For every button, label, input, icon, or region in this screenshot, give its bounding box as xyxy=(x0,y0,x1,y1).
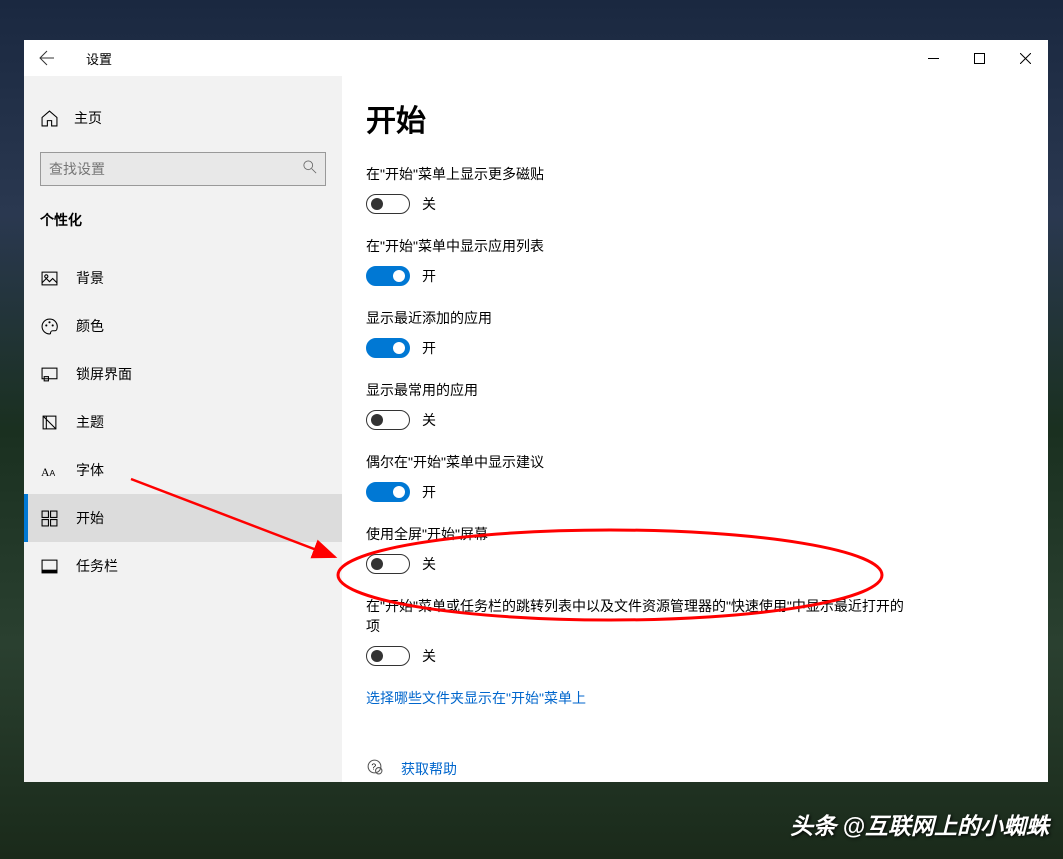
help-icon: ? xyxy=(366,758,383,780)
search-box[interactable] xyxy=(40,152,326,186)
home-icon xyxy=(40,109,58,127)
picture-icon xyxy=(40,269,58,287)
sidebar-item-label: 字体 xyxy=(76,460,104,480)
sidebar-item-background[interactable]: 背景 xyxy=(24,254,342,302)
toggle-state-text: 关 xyxy=(422,646,436,666)
toggle-recently-added[interactable] xyxy=(366,338,410,358)
setting-label: 在"开始"菜单或任务栏的跳转列表中以及文件资源管理器的"快速使用"中显示最近打开… xyxy=(366,596,906,636)
toggle-state-text: 关 xyxy=(422,194,436,214)
toggle-suggestions[interactable] xyxy=(366,482,410,502)
sidebar-item-lockscreen[interactable]: 锁屏界面 xyxy=(24,350,342,398)
fonts-icon: AA xyxy=(40,461,58,479)
close-icon xyxy=(1020,53,1031,64)
setting-recently-added: 显示最近添加的应用 开 xyxy=(366,308,1024,358)
svg-text:A: A xyxy=(49,467,55,477)
nav-list: 背景 颜色 锁屏界面 主题 AA 字体 xyxy=(24,254,342,590)
maximize-icon xyxy=(974,53,985,64)
minimize-icon xyxy=(928,53,939,64)
close-button[interactable] xyxy=(1002,40,1048,76)
content-panel: 开始 在"开始"菜单上显示更多磁贴 关 在"开始"菜单中显示应用列表 开 显示最… xyxy=(342,76,1048,782)
title-bar: 设置 xyxy=(24,40,1048,76)
toggle-state-text: 关 xyxy=(422,410,436,430)
search-icon xyxy=(303,160,317,179)
watermark: 头条 @互联网上的小蜘蛛 xyxy=(790,807,1049,841)
start-icon xyxy=(40,509,58,527)
themes-icon xyxy=(40,413,58,431)
choose-folders-link[interactable]: 选择哪些文件夹显示在"开始"菜单上 xyxy=(366,688,1024,708)
toggle-recent-items[interactable] xyxy=(366,646,410,666)
arrow-left-icon xyxy=(39,50,55,66)
sidebar-item-label: 任务栏 xyxy=(76,556,118,576)
lockscreen-icon xyxy=(40,365,58,383)
toggle-app-list[interactable] xyxy=(366,266,410,286)
sidebar-item-colors[interactable]: 颜色 xyxy=(24,302,342,350)
window-controls xyxy=(910,40,1048,76)
taskbar-icon xyxy=(40,557,58,575)
sidebar-item-fonts[interactable]: AA 字体 xyxy=(24,446,342,494)
setting-label: 偶尔在"开始"菜单中显示建议 xyxy=(366,452,906,472)
sidebar-item-taskbar[interactable]: 任务栏 xyxy=(24,542,342,590)
maximize-button[interactable] xyxy=(956,40,1002,76)
sidebar-item-start[interactable]: 开始 xyxy=(24,494,342,542)
sidebar-item-label: 锁屏界面 xyxy=(76,364,132,384)
setting-label: 显示最近添加的应用 xyxy=(366,308,906,328)
section-label: 个性化 xyxy=(24,198,342,242)
setting-app-list: 在"开始"菜单中显示应用列表 开 xyxy=(366,236,1024,286)
page-title: 开始 xyxy=(366,96,1024,140)
setting-label: 在"开始"菜单中显示应用列表 xyxy=(366,236,906,256)
help-link[interactable]: 获取帮助 xyxy=(401,759,457,779)
setting-fullscreen: 使用全屏"开始"屏幕 关 xyxy=(366,524,1024,574)
svg-text:?: ? xyxy=(371,762,376,772)
toggle-most-used[interactable] xyxy=(366,410,410,430)
minimize-button[interactable] xyxy=(910,40,956,76)
toggle-more-tiles[interactable] xyxy=(366,194,410,214)
back-button[interactable] xyxy=(24,40,70,76)
sidebar-item-label: 主题 xyxy=(76,412,104,432)
settings-window: 设置 主页 xyxy=(24,40,1048,782)
help-link-row[interactable]: ? 获取帮助 xyxy=(366,758,1024,780)
setting-suggestions: 偶尔在"开始"菜单中显示建议 开 xyxy=(366,452,1024,502)
palette-icon xyxy=(40,317,58,335)
search-input[interactable] xyxy=(49,161,303,177)
setting-recent-items: 在"开始"菜单或任务栏的跳转列表中以及文件资源管理器的"快速使用"中显示最近打开… xyxy=(366,596,1024,666)
toggle-state-text: 开 xyxy=(422,338,436,358)
setting-label: 使用全屏"开始"屏幕 xyxy=(366,524,906,544)
setting-more-tiles: 在"开始"菜单上显示更多磁贴 关 xyxy=(366,164,1024,214)
sidebar-item-label: 颜色 xyxy=(76,316,104,336)
toggle-state-text: 关 xyxy=(422,554,436,574)
sidebar-item-label: 开始 xyxy=(76,508,104,528)
sidebar: 主页 个性化 背景 颜色 锁屏界面 xyxy=(24,76,342,782)
home-label: 主页 xyxy=(74,108,102,128)
setting-label: 显示最常用的应用 xyxy=(366,380,906,400)
setting-most-used: 显示最常用的应用 关 xyxy=(366,380,1024,430)
home-link[interactable]: 主页 xyxy=(24,96,342,140)
setting-label: 在"开始"菜单上显示更多磁贴 xyxy=(366,164,906,184)
main-area: 主页 个性化 背景 颜色 锁屏界面 xyxy=(24,76,1048,782)
sidebar-item-themes[interactable]: 主题 xyxy=(24,398,342,446)
sidebar-item-label: 背景 xyxy=(76,268,104,288)
toggle-state-text: 开 xyxy=(422,482,436,502)
window-title: 设置 xyxy=(70,49,112,68)
toggle-fullscreen[interactable] xyxy=(366,554,410,574)
toggle-state-text: 开 xyxy=(422,266,436,286)
